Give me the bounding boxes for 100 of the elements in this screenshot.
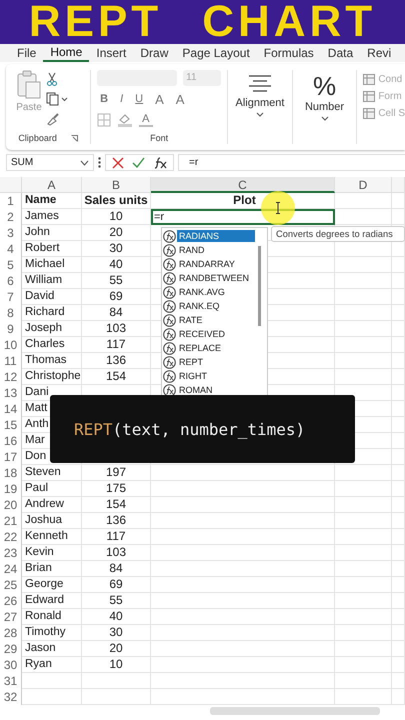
table-cell: Name xyxy=(22,193,82,209)
function-icon xyxy=(163,230,176,242)
table-cell xyxy=(392,689,405,705)
font-color-button[interactable]: A xyxy=(139,113,152,128)
column-header[interactable]: C xyxy=(151,177,335,193)
function-icon xyxy=(163,244,176,256)
table-cell xyxy=(335,273,392,289)
checkmark-icon[interactable] xyxy=(132,157,145,168)
fill-color-icon[interactable] xyxy=(117,113,134,128)
function-option[interactable]: ROMAN xyxy=(177,384,255,396)
table-cell xyxy=(335,625,392,641)
table-icon xyxy=(363,91,376,102)
table-cell xyxy=(392,561,405,577)
ribbon-tab[interactable]: Revi xyxy=(360,44,398,62)
column-header[interactable]: B xyxy=(82,177,151,193)
close-icon[interactable] xyxy=(112,156,124,168)
banner-title: REPT xyxy=(28,0,162,44)
alignment-button[interactable]: Alignment xyxy=(235,70,284,144)
ribbon-tab[interactable]: Formulas xyxy=(256,44,321,62)
format-button[interactable]: U xyxy=(132,93,146,106)
function-option[interactable]: RANK.AVG xyxy=(177,286,255,298)
table-cell xyxy=(335,561,392,577)
table-cell: Joshua xyxy=(22,513,82,529)
font-size-button[interactable]: A xyxy=(152,92,167,107)
table-cell: 136 xyxy=(82,353,151,369)
table-cell: Sales units xyxy=(82,193,151,209)
table-cell xyxy=(335,321,392,337)
table-cell: Joseph xyxy=(22,321,82,337)
brush-icon[interactable] xyxy=(46,112,60,126)
table-cell: Charles xyxy=(22,337,82,353)
table-cell: George xyxy=(22,577,82,593)
column-header[interactable]: D xyxy=(335,177,392,193)
table-cell: Edward xyxy=(22,593,82,609)
function-option[interactable]: RANDBETWEEN xyxy=(177,272,255,284)
expand-icon[interactable] xyxy=(70,134,78,142)
table-cell xyxy=(335,257,392,273)
function-option[interactable]: RIGHT xyxy=(177,370,255,382)
function-option[interactable]: RANK.EQ xyxy=(177,300,255,312)
ribbon-tab[interactable]: File xyxy=(10,44,44,62)
table-cell: 117 xyxy=(82,529,151,545)
table-cell xyxy=(392,497,405,513)
function-icon xyxy=(163,286,176,298)
table-cell: 84 xyxy=(82,561,151,577)
cut-icon[interactable] xyxy=(46,72,58,86)
function-option[interactable]: RECEIVED xyxy=(177,328,255,340)
table-cell: 103 xyxy=(82,545,151,561)
table-cell: 84 xyxy=(82,305,151,321)
table-cell: James xyxy=(22,209,82,225)
ribbon-tab[interactable]: Home xyxy=(43,44,90,62)
table-cell xyxy=(335,577,392,593)
ribbon-tab[interactable]: Data xyxy=(320,44,360,62)
table-cell xyxy=(392,625,405,641)
horizontal-scrollbar[interactable] xyxy=(210,707,380,715)
table-cell: 69 xyxy=(82,289,151,305)
table-cell xyxy=(392,321,405,337)
group-label: Font xyxy=(150,133,168,144)
table-cell xyxy=(392,481,405,497)
function-option[interactable]: REPT xyxy=(177,356,255,368)
function-option[interactable]: RATE xyxy=(177,314,255,326)
function-option[interactable]: RANDARRAY xyxy=(177,258,255,270)
ribbon-tab[interactable]: Insert xyxy=(89,44,134,62)
table-cell: Kenneth xyxy=(22,529,82,545)
format-button[interactable]: B xyxy=(97,93,112,106)
ribbon-tab[interactable]: Draw xyxy=(133,44,176,62)
formula-field[interactable]: =r xyxy=(178,154,405,171)
table-cell: 30 xyxy=(82,241,151,257)
name-box[interactable]: SUM xyxy=(6,154,94,171)
table-cell: Ronald xyxy=(22,609,82,625)
table-cell: 40 xyxy=(82,609,151,625)
column-header[interactable]: A xyxy=(22,177,82,193)
function-option[interactable]: RAND xyxy=(177,244,255,256)
ribbon-tab[interactable]: Page Layout xyxy=(175,44,257,62)
table-cell: 20 xyxy=(82,225,151,241)
table-cell: 55 xyxy=(82,593,151,609)
table-cell: Ryan xyxy=(22,657,82,673)
table-cell xyxy=(335,689,392,705)
function-icon[interactable] xyxy=(153,156,167,168)
table-icon xyxy=(363,74,376,85)
number-format-button[interactable]: % Number xyxy=(304,70,344,144)
format-button[interactable]: I xyxy=(117,93,126,106)
table-cell xyxy=(335,209,392,225)
table-cell: 69 xyxy=(82,577,151,593)
table-cell: 30 xyxy=(82,625,151,641)
copy-icon[interactable] xyxy=(46,92,68,106)
function-icon xyxy=(163,384,176,396)
function-option[interactable]: RADIANS xyxy=(177,230,255,242)
table-cell: Robert xyxy=(22,241,82,257)
font-size-button[interactable]: A xyxy=(172,92,188,107)
table-cell: David xyxy=(22,289,82,305)
table-cell xyxy=(82,673,151,689)
scrollbar-thumb[interactable] xyxy=(258,246,261,326)
table-cell: John xyxy=(22,225,82,241)
function-option[interactable]: REPLACE xyxy=(177,342,255,354)
borders-icon[interactable] xyxy=(97,113,112,128)
table-cell xyxy=(392,529,405,545)
table-cell xyxy=(392,465,405,481)
table-cell xyxy=(392,257,405,273)
table-cell xyxy=(22,689,82,705)
table-cell: 10 xyxy=(82,209,151,225)
table-cell xyxy=(392,385,405,401)
